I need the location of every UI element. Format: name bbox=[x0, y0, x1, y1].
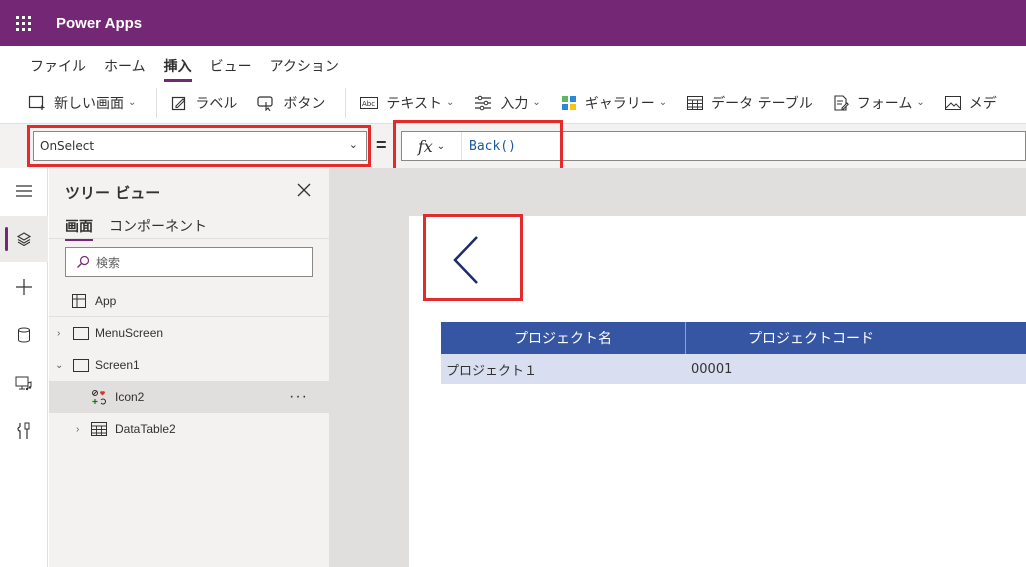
chevron-down-icon: ⌄ bbox=[658, 97, 668, 108]
tree-item-label: DataTable2 bbox=[115, 422, 176, 436]
chevron-down-icon: ⌄ bbox=[532, 97, 541, 108]
title-bar: Power Apps bbox=[0, 0, 1026, 46]
hamburger-menu-button[interactable] bbox=[0, 168, 48, 214]
media-rail-button[interactable] bbox=[0, 360, 48, 406]
equals-sign: = bbox=[376, 135, 387, 155]
icons-control-icon bbox=[92, 390, 106, 405]
new-screen-button[interactable]: 新しい画面 ⌄ bbox=[28, 93, 136, 113]
column-header[interactable]: プロジェクトコード bbox=[686, 322, 936, 354]
tab-view[interactable]: ビュー bbox=[210, 56, 252, 82]
close-icon[interactable] bbox=[296, 182, 312, 198]
chevron-right-icon[interactable]: › bbox=[57, 328, 60, 339]
highlight-box-icon bbox=[423, 214, 523, 301]
table-icon bbox=[91, 422, 107, 436]
tree-view-title: ツリー ビュー bbox=[65, 184, 161, 202]
tab-action[interactable]: アクション bbox=[270, 56, 339, 82]
form-label: フォーム bbox=[856, 95, 913, 112]
tab-insert[interactable]: 挿入 bbox=[163, 56, 192, 82]
gallery-button[interactable]: ギャラリー ⌄ bbox=[561, 93, 667, 113]
highlight-box-property bbox=[27, 125, 371, 167]
gallery-icon bbox=[561, 95, 576, 110]
screen-icon bbox=[73, 358, 89, 372]
button-icon bbox=[257, 95, 273, 111]
tree-item-app[interactable]: App bbox=[49, 285, 330, 317]
svg-text:Abc: Abc bbox=[362, 100, 375, 108]
insert-button[interactable] bbox=[0, 264, 48, 310]
ribbon-divider bbox=[345, 87, 347, 118]
form-button[interactable]: フォーム ⌄ bbox=[833, 93, 925, 113]
hamburger-icon bbox=[16, 185, 32, 197]
advanced-tools-button[interactable] bbox=[0, 408, 48, 454]
layers-icon bbox=[16, 232, 32, 247]
media-label: メデ bbox=[968, 95, 997, 112]
tree-item-label: Icon2 bbox=[115, 390, 145, 404]
label-label: ラベル bbox=[195, 95, 238, 112]
tab-home[interactable]: ホーム bbox=[104, 56, 146, 82]
tools-icon bbox=[17, 422, 30, 439]
chevron-down-icon: ⌄ bbox=[128, 97, 137, 108]
ribbon-divider bbox=[156, 87, 158, 118]
input-label: 入力 bbox=[500, 95, 529, 112]
media-icon bbox=[15, 376, 32, 391]
tree-item-datatable2[interactable]: › DataTable2 bbox=[49, 413, 330, 445]
data-table[interactable]: プロジェクト名 プロジェクトコード プロジェクト１ 00001 bbox=[441, 322, 1026, 384]
data-table-button[interactable]: データ テーブル bbox=[687, 93, 813, 113]
insert-ribbon: 新しい画面 ⌄ ラベル ボタン Abc テキスト ⌄ 入力 ⌄ ギャラリー ⌄ … bbox=[0, 82, 1026, 124]
table-header: プロジェクト名 プロジェクトコード bbox=[441, 322, 1026, 354]
tab-file[interactable]: ファイル bbox=[30, 56, 86, 82]
input-icon bbox=[475, 95, 492, 110]
highlight-box-formula bbox=[393, 120, 563, 173]
formula-bar: OnSelect ⌄ = fx ⌄ Back() bbox=[0, 120, 1026, 173]
tree-item-label: App bbox=[95, 294, 117, 308]
tree-search-input[interactable]: 検索 bbox=[65, 247, 313, 277]
tree-view-panel: ツリー ビュー 画面 コンポーネント 検索 App › MenuScreen ⌄… bbox=[49, 168, 330, 567]
tree-item-menuscreen[interactable]: › MenuScreen bbox=[49, 317, 330, 349]
gallery-label: ギャラリー bbox=[584, 95, 655, 112]
label-button[interactable]: ラベル bbox=[171, 93, 237, 113]
search-placeholder: 検索 bbox=[96, 255, 121, 270]
new-screen-icon bbox=[28, 95, 45, 110]
database-icon bbox=[18, 327, 30, 343]
plus-icon bbox=[16, 279, 32, 295]
tree-item-label: MenuScreen bbox=[95, 326, 164, 340]
menu-bar: ファイル ホーム 挿入 ビュー アクション bbox=[0, 46, 1026, 82]
new-screen-label: 新しい画面 bbox=[54, 95, 124, 112]
search-icon bbox=[77, 255, 90, 268]
column-header[interactable]: プロジェクト名 bbox=[441, 322, 686, 354]
button-button[interactable]: ボタン bbox=[257, 93, 325, 113]
tab-components[interactable]: コンポーネント bbox=[109, 216, 207, 239]
data-button[interactable] bbox=[0, 312, 48, 358]
input-button[interactable]: 入力 ⌄ bbox=[474, 93, 541, 113]
left-rail bbox=[0, 168, 48, 567]
chevron-down-icon: ⌄ bbox=[445, 97, 455, 108]
table-cell: 00001 bbox=[691, 361, 733, 377]
table-row[interactable]: プロジェクト１ 00001 bbox=[441, 354, 1026, 384]
chevron-down-icon: ⌄ bbox=[916, 97, 925, 108]
chevron-down-icon[interactable]: ⌄ bbox=[55, 360, 63, 371]
button-label: ボタン bbox=[283, 95, 326, 112]
app-launcher-icon[interactable] bbox=[0, 0, 46, 46]
divider bbox=[49, 238, 330, 239]
text-label: テキスト bbox=[386, 95, 442, 112]
data-table-label: データ テーブル bbox=[711, 95, 813, 112]
table-cell: プロジェクト１ bbox=[446, 363, 538, 379]
app-name[interactable]: Power Apps bbox=[56, 15, 142, 32]
tree-view-button[interactable] bbox=[0, 216, 48, 262]
screen-icon bbox=[73, 326, 89, 340]
media-button[interactable]: メデ bbox=[944, 93, 997, 113]
chevron-right-icon[interactable]: › bbox=[76, 424, 79, 435]
table-icon bbox=[687, 95, 704, 110]
tree-item-screen1[interactable]: ⌄ Screen1 bbox=[49, 349, 330, 381]
more-options-button[interactable]: ··· bbox=[289, 388, 308, 406]
label-icon bbox=[172, 96, 186, 110]
text-icon: Abc bbox=[360, 96, 379, 109]
media-icon bbox=[944, 95, 961, 110]
tree-item-icon2[interactable]: Icon2 ··· bbox=[49, 381, 330, 413]
form-icon bbox=[834, 94, 849, 111]
app-icon bbox=[72, 294, 86, 308]
text-button[interactable]: Abc テキスト ⌄ bbox=[360, 93, 454, 113]
tree-item-label: Screen1 bbox=[95, 358, 140, 372]
